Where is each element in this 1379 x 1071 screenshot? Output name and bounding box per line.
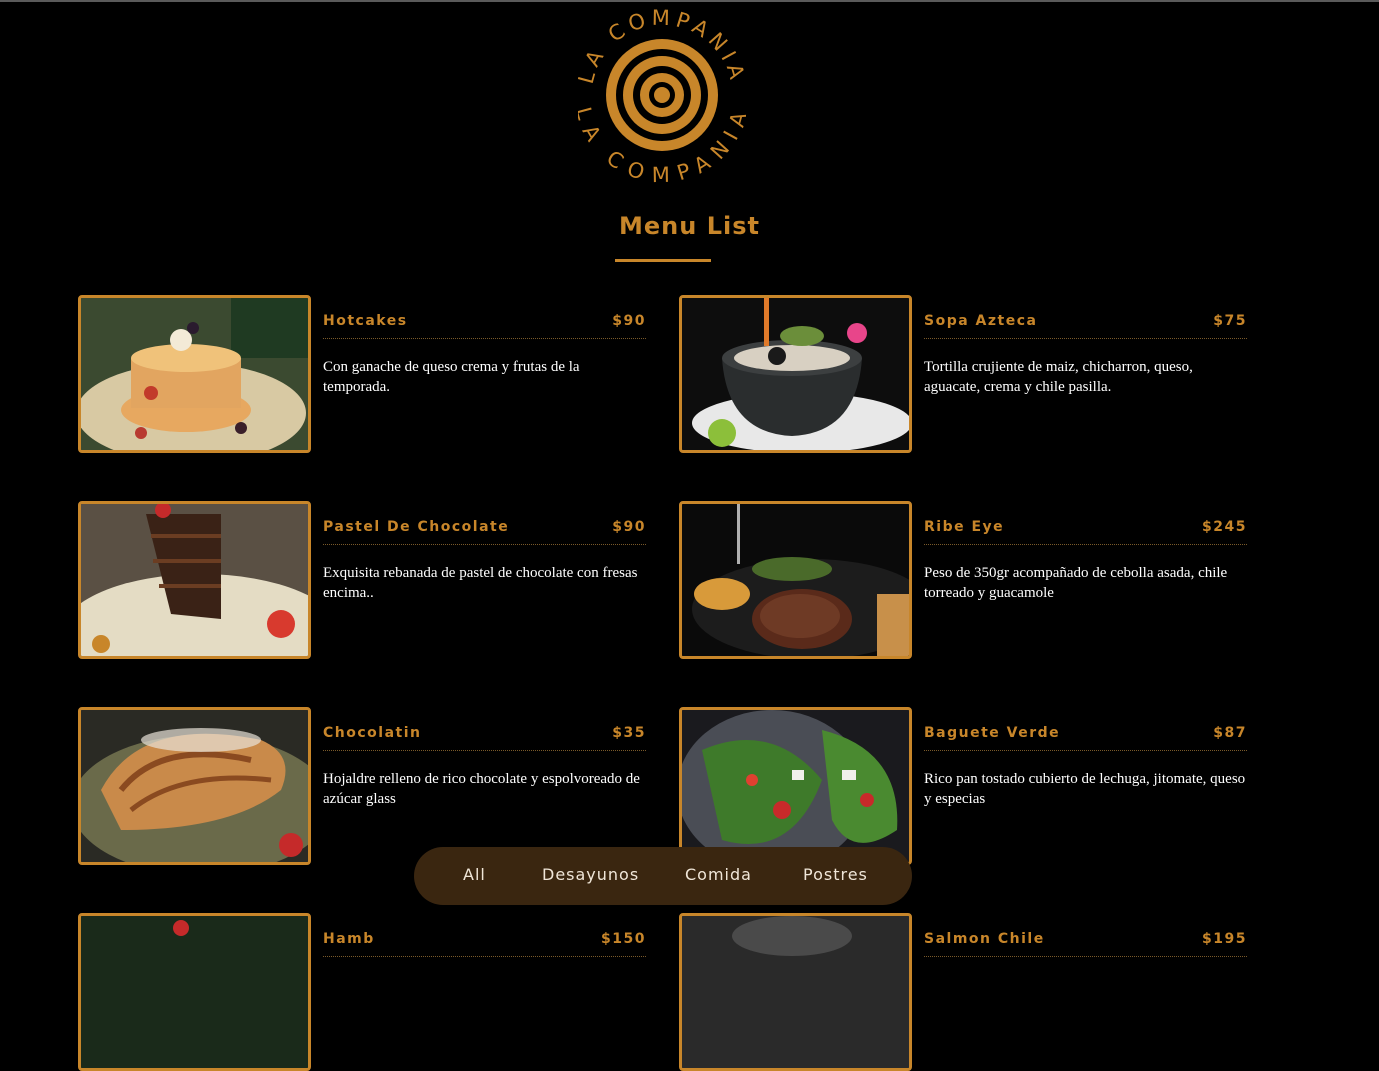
title-underline bbox=[615, 259, 711, 262]
item-name: Ribe Eye bbox=[924, 519, 1005, 535]
ribe-eye-photo bbox=[679, 501, 912, 659]
category-filter-bar: All Desayunos Comida Postres bbox=[414, 847, 912, 905]
item-price: $75 bbox=[1213, 313, 1247, 329]
menu-item-card[interactable]: Chocolatin $35 Hojaldre relleno de rico … bbox=[78, 707, 648, 865]
pastel-chocolate-photo bbox=[78, 501, 311, 659]
menu-item-card[interactable]: Sopa Azteca $75 Tortilla crujiente de ma… bbox=[679, 295, 1249, 453]
item-description: Con ganache de queso crema y frutas de l… bbox=[323, 359, 580, 395]
filter-comida[interactable]: Comida bbox=[685, 865, 752, 884]
item-description: Tortilla crujiente de maiz, chicharron, … bbox=[924, 359, 1193, 395]
baguete-verde-photo bbox=[679, 707, 912, 865]
item-description: Exquisita rebanada de pastel de chocolat… bbox=[323, 565, 638, 601]
item-name: Chocolatin bbox=[323, 725, 422, 741]
filter-all[interactable]: All bbox=[463, 865, 486, 884]
item-price: $35 bbox=[612, 725, 646, 741]
filter-postres[interactable]: Postres bbox=[803, 865, 868, 884]
item-price: $195 bbox=[1202, 931, 1247, 947]
item-name: Pastel De Chocolate bbox=[323, 519, 510, 535]
menu-item-card[interactable]: Pastel De Chocolate $90 Exquisita rebana… bbox=[78, 501, 648, 659]
chocolatin-photo bbox=[78, 707, 311, 865]
item-name: Sopa Azteca bbox=[924, 313, 1038, 329]
item-name: Baguete Verde bbox=[924, 725, 1061, 741]
item-price: $87 bbox=[1213, 725, 1247, 741]
item-price: $150 bbox=[601, 931, 646, 947]
item-description: Rico pan tostado cubierto de lechuga, ji… bbox=[924, 771, 1246, 807]
top-border bbox=[0, 0, 1379, 2]
item-name: Hamb bbox=[323, 931, 375, 947]
filter-desayunos[interactable]: Desayunos bbox=[542, 865, 639, 884]
item-price: $90 bbox=[612, 313, 646, 329]
sopa-azteca-photo bbox=[679, 295, 912, 453]
item-description: Peso de 350gr acompañado de cebolla asad… bbox=[924, 565, 1228, 601]
item-price: $245 bbox=[1202, 519, 1247, 535]
item-name: Salmon Chile bbox=[924, 931, 1045, 947]
menu-list-title: Menu List bbox=[619, 212, 760, 240]
item-description: Hojaldre relleno de rico chocolate y esp… bbox=[323, 771, 640, 807]
item-price: $90 bbox=[612, 519, 646, 535]
menu-item-card[interactable]: Hotcakes $90 Con ganache de queso crema … bbox=[78, 295, 648, 453]
item-name: Hotcakes bbox=[323, 313, 408, 329]
hotcakes-photo bbox=[78, 295, 311, 453]
restaurant-logo[interactable]: LA COMPANIA LA COMPANIA bbox=[571, 6, 748, 187]
menu-item-card[interactable]: Ribe Eye $245 Peso de 350gr acompañado d… bbox=[679, 501, 1249, 659]
menu-item-card[interactable]: Baguete Verde $87 Rico pan tostado cubie… bbox=[679, 707, 1249, 865]
